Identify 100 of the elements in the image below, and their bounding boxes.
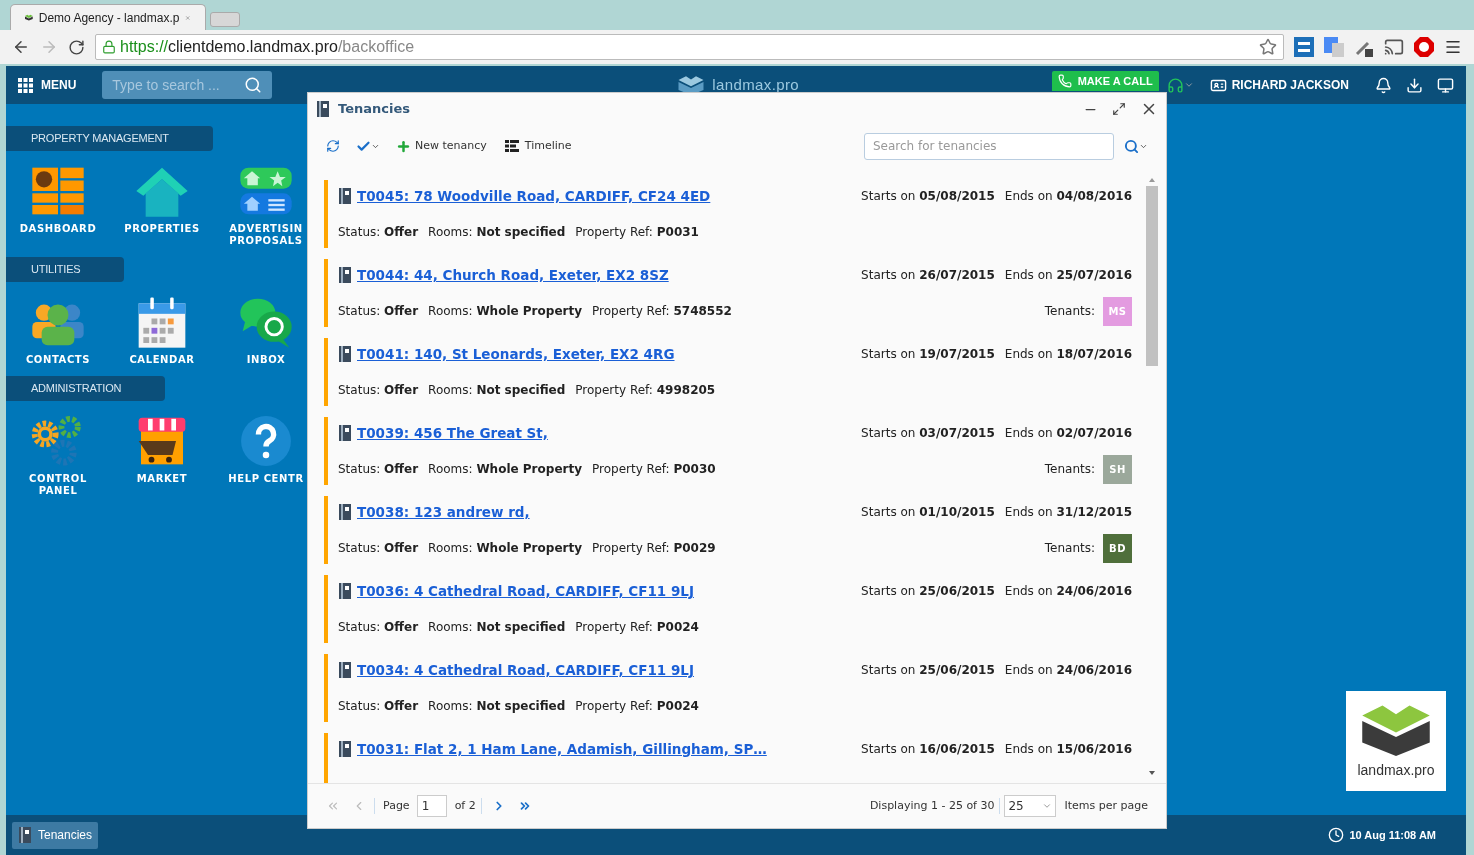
tile-label[interactable]: CONTROL PANEL	[29, 473, 87, 497]
status-text: Status: Offer	[338, 461, 419, 478]
end-date: Ends on 24/06/2016	[1004, 583, 1132, 600]
user-name[interactable]: RICHARD JACKSON	[1231, 76, 1349, 94]
search-bar[interactable]: Type to search ...	[102, 71, 273, 99]
tenant-avatar[interactable]: BD	[1103, 533, 1132, 563]
rooms-text: Rooms: Whole Property	[428, 461, 582, 478]
lock-icon	[102, 40, 116, 54]
search-menu[interactable]	[1124, 138, 1148, 154]
status-text: Status: Offer	[338, 303, 419, 320]
end-date: Ends on 24/06/2016	[1004, 662, 1132, 679]
tab-title: Demo Agency - landmax.p	[38, 9, 180, 27]
cast-icon[interactable]	[1384, 37, 1404, 57]
plus-icon	[396, 138, 411, 154]
rooms-text: Rooms: Not specified	[428, 382, 566, 399]
start-date: Starts on 05/08/2015	[861, 188, 995, 205]
section-header: UTILITIES	[6, 257, 125, 282]
status-text: Status: Offer	[338, 382, 419, 399]
per-page-select[interactable]: 25	[1004, 795, 1057, 817]
book-icon	[338, 504, 352, 520]
reload-icon[interactable]	[68, 38, 85, 56]
displaying-text: Displaying 1 - 25 of 30	[869, 797, 995, 814]
tenancy-link[interactable]: T0045: 78 Woodville Road, CARDIFF, CF24 4ED	[357, 185, 711, 207]
tenancy-link[interactable]: T0041: 140, St Leonards, Exeter, EX2 4RG	[357, 343, 675, 365]
search-icon	[1124, 138, 1139, 154]
timeline-button[interactable]: Timeline	[504, 137, 572, 155]
book-icon	[338, 741, 352, 757]
book-icon	[338, 583, 352, 599]
screen-icon[interactable]	[1437, 76, 1454, 94]
property-ref: Property Ref: 4998205	[575, 382, 716, 399]
property-ref: Property Ref: P0030	[592, 461, 716, 478]
tile-label[interactable]: HELP CENTR	[228, 473, 304, 485]
maximize-icon[interactable]	[1112, 102, 1126, 116]
headset-icon	[1166, 76, 1184, 94]
caret-icon	[1183, 80, 1194, 90]
grid-icon	[18, 77, 33, 93]
tile-label[interactable]: ADVERTISIN PROPOSALS	[229, 223, 303, 247]
rooms-text: Rooms: Not specified	[428, 224, 566, 241]
taskbar-item[interactable]: Tenancies	[12, 821, 99, 849]
property-ref: Property Ref: P0024	[575, 698, 699, 715]
book-icon	[18, 827, 32, 843]
start-date: Starts on 26/07/2015	[861, 267, 995, 284]
section-header: PROPERTY MANAGEMENT	[6, 126, 213, 151]
tenants-label: Tenants:	[1044, 303, 1095, 320]
end-date: Ends on 25/07/2016	[1004, 267, 1132, 284]
house-list-icon	[238, 165, 294, 217]
items-per-page-label: Items per page	[1064, 797, 1148, 814]
tenancy-link[interactable]: T0034: 4 Cathedral Road, CARDIFF, CF11 9LJ	[357, 659, 694, 681]
phone-icon	[1057, 74, 1072, 88]
download-icon[interactable]	[1406, 76, 1423, 94]
section-header: ADMINISTRATION	[6, 376, 166, 401]
status-text: Status: Offer	[338, 540, 419, 557]
tenancy-link[interactable]: T0038: 123 andrew rd,	[357, 501, 530, 523]
tile-label[interactable]: CALENDAR	[129, 354, 195, 366]
headset-menu[interactable]	[1166, 76, 1194, 94]
start-date: Starts on 25/06/2015	[861, 583, 995, 600]
start-date: Starts on 16/06/2015	[861, 741, 995, 758]
tenancy-link[interactable]: T0036: 4 Cathedral Road, CARDIFF, CF11 9LJ	[357, 580, 694, 602]
rooms-text: Rooms: Whole Property	[428, 540, 582, 557]
address-bar[interactable]: https://clientdemo.landmax.pro/backoffice	[95, 34, 1284, 60]
tile-label[interactable]: INBOX	[246, 354, 286, 366]
book-icon	[338, 267, 352, 283]
dashboard-icon	[30, 165, 86, 217]
extension-icon[interactable]	[1294, 37, 1314, 57]
start-date: Starts on 01/10/2015	[861, 504, 995, 521]
house-icon	[134, 165, 190, 217]
search-input[interactable]: Type to search ...	[112, 74, 245, 96]
start-date: Starts on 19/07/2015	[861, 346, 995, 363]
bell-icon[interactable]	[1375, 76, 1392, 94]
window-title: Tenancies	[338, 100, 410, 119]
tenancy-search-field[interactable]: Search for tenancies	[864, 132, 1114, 160]
end-date: Ends on 04/08/2016	[1004, 188, 1132, 205]
page-field[interactable]: 1	[416, 795, 447, 817]
tile-label[interactable]: PROPERTIES	[124, 223, 200, 235]
browser-menu-icon[interactable]	[1444, 38, 1462, 56]
tenancy-link[interactable]: T0031: Flat 2, 1 Ham Lane, Adamish, Gillingham, SP…	[357, 738, 767, 760]
help-icon	[240, 415, 292, 467]
start-date: Starts on 25/06/2015	[861, 662, 995, 679]
tenants-label: Tenants:	[1044, 540, 1095, 557]
refresh-icon[interactable]	[326, 139, 340, 153]
bookmark-star-icon[interactable]	[1259, 38, 1277, 56]
book-icon	[338, 346, 352, 362]
tenancy-link[interactable]: T0039: 456 The Great St,	[357, 422, 548, 444]
menu-button[interactable]: MENU	[18, 76, 77, 94]
property-ref: Property Ref: P0024	[575, 619, 699, 636]
search-icon[interactable]	[244, 76, 263, 94]
book-icon	[316, 101, 330, 117]
status-text: Status: Offer	[338, 698, 419, 715]
tile-label[interactable]: DASHBOARD	[19, 223, 97, 235]
back-icon[interactable]	[12, 38, 30, 56]
tile-label[interactable]: MARKET	[136, 473, 188, 485]
tile-label[interactable]: CONTACTS	[25, 354, 91, 366]
tenancy-link[interactable]: T0044: 44, Church Road, Exeter, EX2 8SZ	[357, 264, 669, 286]
rooms-text: Rooms: Whole Property	[428, 303, 582, 320]
status-text: Status: Offer	[338, 619, 419, 636]
new-tenancy-button[interactable]: New tenancy	[396, 137, 487, 155]
end-date: Ends on 18/07/2016	[1004, 346, 1132, 363]
book-icon	[338, 188, 352, 204]
stop-sign-icon[interactable]	[1414, 37, 1434, 57]
browser-tab[interactable]: Demo Agency - landmax.p	[10, 4, 206, 30]
